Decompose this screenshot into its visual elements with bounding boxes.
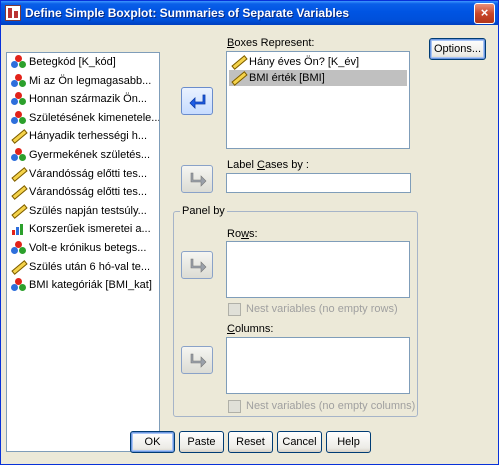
nominal-icon bbox=[11, 55, 27, 69]
move-right-arrow-icon bbox=[190, 258, 207, 273]
move-to-label-cases-button[interactable] bbox=[181, 165, 213, 193]
list-item[interactable]: Születésének kimenetele... bbox=[9, 110, 160, 126]
cancel-button[interactable]: Cancel bbox=[277, 431, 322, 453]
help-button[interactable]: Help bbox=[326, 431, 371, 453]
nest-rows-check-box[interactable] bbox=[228, 303, 241, 316]
boxes-represent-list[interactable]: Hány éves Ön? [K_év] BMI érték [BMI] bbox=[226, 51, 410, 149]
ok-button[interactable]: OK bbox=[130, 431, 175, 453]
move-left-arrow-icon bbox=[189, 94, 206, 109]
variable-label: Szülés után 6 hó-val te... bbox=[29, 260, 151, 273]
define-simple-boxplot-dialog: Define Simple Boxplot: Summaries of Sepa… bbox=[0, 0, 499, 465]
panel-by-legend: Panel by bbox=[180, 205, 227, 217]
move-to-boxes-button[interactable] bbox=[181, 87, 213, 115]
variable-label: Volt-e krónikus betegs... bbox=[29, 242, 147, 254]
list-item[interactable]: Honnan származik Ön... bbox=[9, 91, 157, 107]
list-item[interactable]: BMI kategóriák [BMI_kat] bbox=[9, 277, 157, 293]
list-item[interactable]: Hányadik terhességi h... bbox=[9, 128, 157, 145]
rows-label: Rows: bbox=[227, 228, 258, 240]
variable-label: Honnan származik Ön... bbox=[29, 93, 147, 106]
scale-icon bbox=[11, 166, 28, 182]
variable-label: Születésének kimenetele... bbox=[29, 111, 160, 124]
columns-list[interactable] bbox=[226, 337, 410, 394]
list-item[interactable]: Szülés napján testsúly... bbox=[9, 203, 157, 219]
ordinal-icon bbox=[11, 222, 27, 236]
nominal-icon bbox=[11, 73, 27, 88]
list-item[interactable]: Mi az Ön legmagasabb... bbox=[9, 73, 157, 89]
list-item[interactable]: Várandósság előtti tes... bbox=[9, 166, 157, 182]
variable-label: Várandósság előtti tes... bbox=[29, 167, 148, 180]
nest-rows-label: Nest variables (no empty rows) bbox=[246, 303, 398, 315]
source-variable-list[interactable]: Betegkód [K_kód] Mi az Ön legmagasabb... H… bbox=[6, 52, 160, 452]
nominal-icon bbox=[11, 92, 27, 106]
boxes-represent-label: Boxes Represent: bbox=[227, 37, 315, 49]
move-to-rows-button[interactable] bbox=[181, 251, 213, 279]
nominal-icon bbox=[11, 110, 27, 125]
window-title: Define Simple Boxplot: Summaries of Sepa… bbox=[25, 6, 350, 20]
nominal-icon bbox=[11, 148, 27, 162]
variable-label: BMI kategóriák [BMI_kat] bbox=[29, 279, 152, 292]
list-item[interactable]: Volt-e krónikus betegs... bbox=[9, 240, 157, 256]
close-button[interactable]: × bbox=[474, 3, 495, 24]
label-cases-field[interactable] bbox=[226, 173, 411, 193]
variable-label: Hányadik terhességi h... bbox=[29, 130, 148, 143]
nominal-icon bbox=[11, 278, 27, 292]
list-item[interactable]: Várandósság előtti tes... bbox=[9, 184, 157, 201]
move-right-arrow-icon bbox=[190, 172, 207, 187]
label-cases-label: Label Cases by : bbox=[227, 159, 309, 171]
nominal-icon bbox=[11, 241, 27, 255]
variable-label: Betegkód [K_kód] bbox=[29, 56, 116, 68]
rows-list[interactable] bbox=[226, 241, 410, 298]
title-bar[interactable]: Define Simple Boxplot: Summaries of Sepa… bbox=[1, 1, 498, 25]
move-right-arrow-icon bbox=[190, 353, 207, 368]
variable-label: Gyermekének születés... bbox=[29, 149, 151, 161]
variable-label: Hány éves Ön? [K_év] bbox=[249, 56, 360, 68]
columns-label: Columns: bbox=[227, 323, 274, 335]
list-item[interactable]: Korszerűek ismeretei a... bbox=[9, 221, 157, 237]
variable-label: BMI érték [BMI] bbox=[249, 72, 325, 84]
scale-icon bbox=[11, 203, 28, 219]
scale-icon bbox=[231, 71, 248, 86]
variable-label: Várandósság előtti tes... bbox=[29, 186, 148, 199]
list-item[interactable]: Hány éves Ön? [K_év] bbox=[229, 54, 407, 70]
list-item[interactable]: Szülés után 6 hó-val te... bbox=[9, 259, 157, 275]
list-item[interactable]: BMI érték [BMI] bbox=[229, 70, 407, 86]
reset-button[interactable]: Reset bbox=[228, 431, 273, 453]
list-item[interactable]: Betegkód [K_kód] bbox=[9, 54, 157, 70]
move-to-columns-button[interactable] bbox=[181, 346, 213, 374]
list-item[interactable]: Gyermekének születés... bbox=[9, 147, 157, 163]
variable-label: Mi az Ön legmagasabb... bbox=[29, 74, 152, 87]
scale-icon bbox=[231, 55, 248, 70]
paste-button[interactable]: Paste bbox=[179, 431, 224, 453]
variable-label: Korszerűek ismeretei a... bbox=[29, 223, 151, 236]
scale-icon bbox=[11, 129, 28, 145]
variable-label: Szülés napján testsúly... bbox=[29, 204, 147, 217]
spss-app-icon bbox=[5, 5, 21, 21]
options-button[interactable]: Options... bbox=[429, 38, 486, 60]
nest-columns-label: Nest variables (no empty columns) bbox=[246, 400, 416, 412]
scale-icon bbox=[11, 185, 28, 201]
nest-columns-check-box[interactable] bbox=[228, 400, 241, 413]
scale-icon bbox=[11, 259, 28, 275]
